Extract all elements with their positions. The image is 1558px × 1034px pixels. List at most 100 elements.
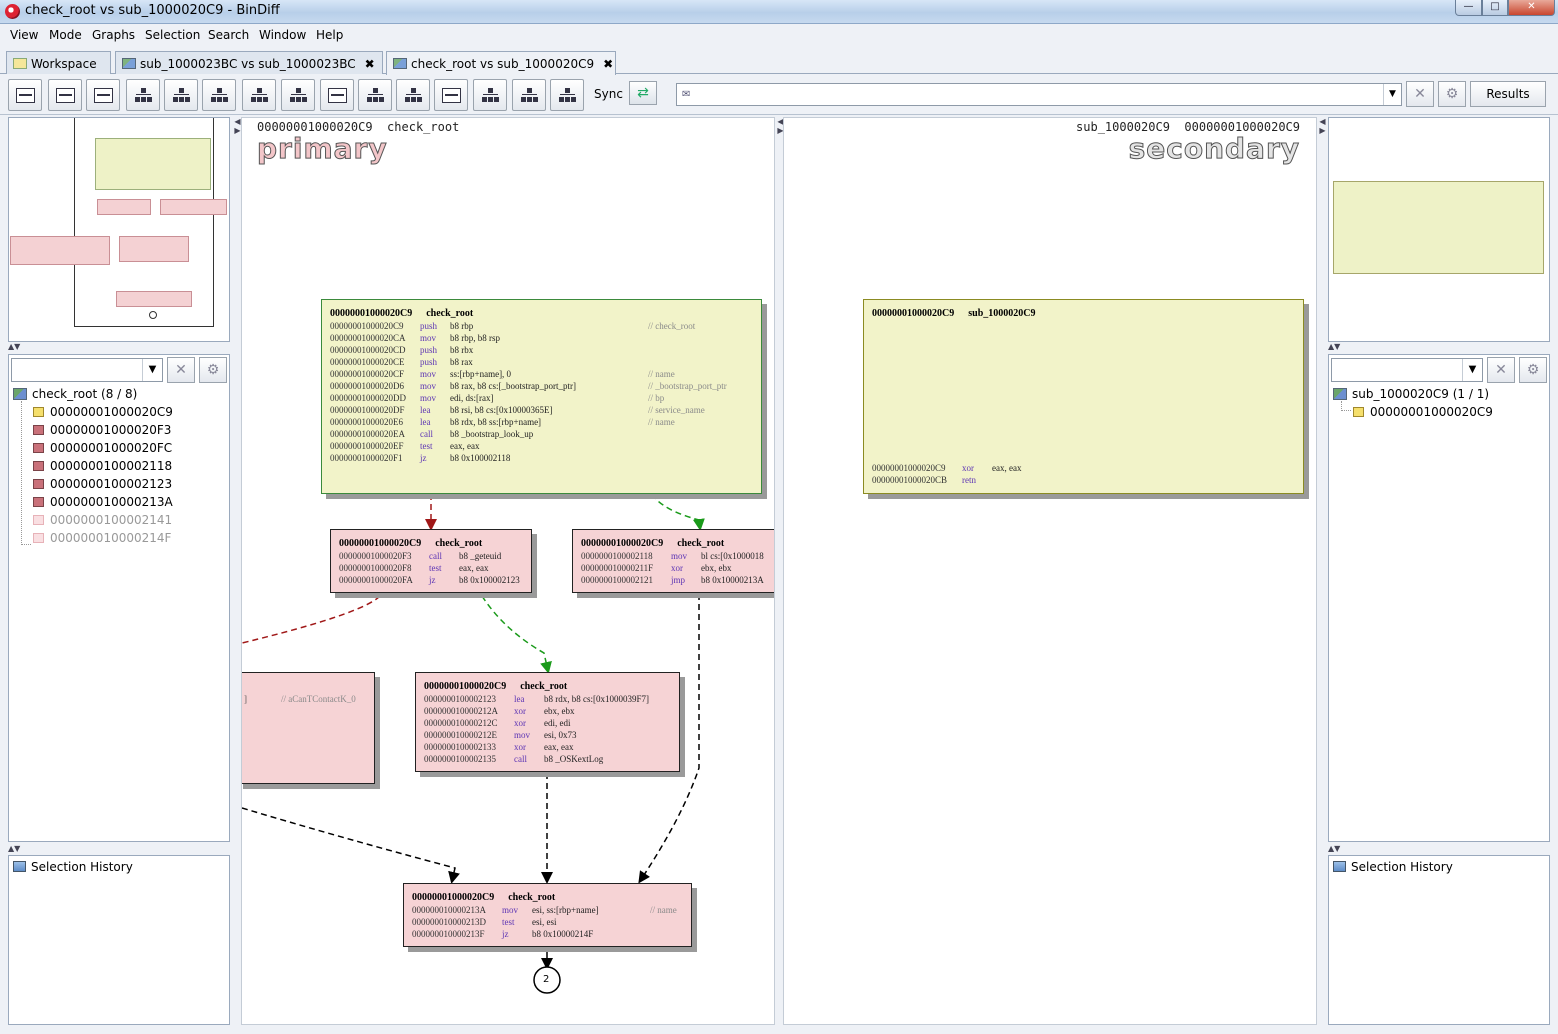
auto-layout-button[interactable] [473, 79, 507, 111]
chevron-down-icon[interactable]: ▼ [142, 359, 162, 381]
splitter-grip[interactable]: ▲▼ [8, 342, 20, 351]
instruction-row[interactable]: 00000001000020E6 lea b8 rdx, b8 ss:[rbp+na… [330, 416, 675, 428]
secondary-graph-view[interactable]: sub_1000020C9 00000001000020C9 secondary… [783, 117, 1317, 1025]
lock-layout-button[interactable] [550, 79, 584, 111]
instruction-row[interactable]: 0000000100002121 jmp b8 0x10000213A [581, 574, 764, 586]
tab-diff-2[interactable]: check_root vs sub_1000020C9 ✖ [386, 51, 616, 75]
search-options-icon[interactable]: ✉ [682, 89, 690, 100]
splitter-grip[interactable]: ◀▶ [1318, 117, 1327, 135]
selection-history-root[interactable]: Selection History [1333, 860, 1453, 874]
tree-root[interactable]: sub_1000020C9 (1 / 1) [1333, 387, 1489, 401]
basic-block-node[interactable]: 00000001000020C9 check_root 0000000100002… [415, 672, 680, 772]
menu-graphs[interactable]: Graphs [92, 28, 135, 42]
tree-item-basic-block[interactable]: 00000001000020C9 [33, 405, 173, 419]
clear-filter-button[interactable]: ✕ [167, 357, 195, 383]
tree-item-basic-block[interactable]: 00000001000020FC [33, 441, 172, 455]
tree-item-basic-block[interactable]: 0000000100002123 [33, 477, 172, 491]
instruction-row[interactable]: 00000001000020EA call b8 _bootstrap_look_u… [330, 428, 533, 440]
maximize-button[interactable]: □ [1482, 0, 1508, 16]
instruction-row[interactable]: 0000000100002135 call b8 _OSKextLog [424, 753, 603, 765]
splitter-grip[interactable]: ▲▼ [8, 844, 20, 853]
zoom-to-selection-button[interactable] [242, 79, 276, 111]
basic-block-node[interactable]: 00000001000020C9 check_root 0000000100002… [572, 529, 774, 593]
instruction-row[interactable]: 00000001000020F8 test eax, eax [339, 562, 488, 574]
splitter-grip[interactable]: ▲▼ [1328, 844, 1340, 853]
instruction-row[interactable]: 00000001000020CD push b8 rbx [330, 344, 473, 356]
menu-window[interactable]: Window [259, 28, 306, 42]
primary-overview[interactable] [8, 117, 230, 342]
layout-single-button[interactable] [86, 79, 120, 111]
instruction-row[interactable]: 00000001000020CB retn [872, 474, 976, 486]
search-settings-button[interactable]: ⚙ [1438, 81, 1466, 107]
instruction-row[interactable]: 000000010000213F jz b8 0x10000214F [412, 928, 593, 940]
close-tab-icon[interactable]: ✖ [365, 57, 375, 71]
layout-tree-button[interactable] [396, 79, 430, 111]
minimize-button[interactable]: — [1455, 0, 1482, 16]
compare-button[interactable] [434, 79, 468, 111]
menu-search[interactable]: Search [208, 28, 249, 42]
clear-filter-button[interactable]: ✕ [1487, 357, 1515, 383]
tree-filter-combo[interactable]: ▼ [11, 358, 163, 382]
tab-diff-1[interactable]: sub_1000023BC vs sub_1000023BC ✖ [115, 51, 383, 74]
instruction-row[interactable]: 0000000100002123 lea b8 rdx, b8 cs:[0x1000… [424, 693, 649, 705]
filter-settings-button[interactable]: ⚙ [1519, 357, 1547, 383]
menu-view[interactable]: View [10, 28, 38, 42]
chevron-down-icon[interactable]: ▼ [1383, 84, 1401, 105]
filter-settings-button[interactable]: ⚙ [199, 357, 227, 383]
tree-item-basic-block[interactable]: 00000001000020C9 [1353, 405, 1493, 419]
sync-layout-button[interactable] [512, 79, 546, 111]
instruction-row[interactable]: 00000001000020DD mov edi, ds:[rax] // bp [330, 392, 664, 404]
collapsed-count[interactable]: 2 [543, 974, 549, 985]
tree-item-basic-block[interactable]: 0000000100002141 [33, 513, 172, 527]
basic-block-node[interactable]: 00000001000020C9 check_root 0000000100002… [321, 299, 762, 494]
secondary-overview[interactable] [1328, 117, 1550, 342]
instruction-row[interactable]: 00000001000020CF mov ss:[rbp+name], 0 // na… [330, 368, 675, 380]
fit-graph-button[interactable] [281, 79, 315, 111]
instruction-row[interactable]: 000000010000211F xor ebx, ebx [581, 562, 732, 574]
instruction-row[interactable]: 000000010000213A mov esi, ss:[rbp+name] // … [412, 904, 677, 916]
tree-root[interactable]: check_root (8 / 8) [13, 387, 137, 401]
instruction-row[interactable]: 00000001000020C9 push b8 rbp // check_root [330, 320, 695, 332]
layout-split-button[interactable] [48, 79, 82, 111]
proximity-browsing-button[interactable] [320, 79, 354, 111]
menu-selection[interactable]: Selection [145, 28, 200, 42]
instruction-row[interactable]: 000000010000212C xor edi, edi [424, 717, 571, 729]
tab-workspace[interactable]: Workspace [6, 51, 111, 74]
menu-mode[interactable]: Mode [49, 28, 82, 42]
menu-help[interactable]: Help [316, 28, 343, 42]
basic-block-node[interactable]: 00000001000020C9 check_root 0000000100002… [403, 883, 692, 947]
orthogonal-layout-button[interactable] [164, 79, 198, 111]
graph-settings-button[interactable] [358, 79, 392, 111]
instruction-row[interactable]: 0000000100002118 mov bl cs:[0x1000018 [581, 550, 764, 562]
instruction-row[interactable]: 00000001000020EF test eax, eax [330, 440, 479, 452]
sync-toggle-button[interactable]: ⇄ [629, 81, 657, 105]
instruction-row[interactable]: 00000001000020CE push b8 rax [330, 356, 473, 368]
clear-search-button[interactable]: ✕ [1406, 81, 1434, 107]
splitter-grip[interactable]: ◀▶ [233, 117, 242, 135]
splitter-grip[interactable]: ▲▼ [1328, 342, 1340, 351]
basic-block-node[interactable]: ] // aCanTContactK_0 [242, 672, 375, 784]
instruction-row[interactable]: 0000000100002133 xor eax, eax [424, 741, 573, 753]
tree-filter-combo[interactable]: ▼ [1331, 358, 1483, 382]
basic-block-node[interactable]: 00000001000020C9 check_root 0000000100002… [330, 529, 532, 593]
results-button[interactable]: Results [1470, 81, 1546, 107]
close-window-button[interactable]: ✕ [1508, 0, 1555, 16]
basic-block-node[interactable]: 00000001000020C9 sub_1000020C9 0000000100… [863, 299, 1304, 494]
instruction-row[interactable]: 00000001000020FA jz b8 0x100002123 [339, 574, 520, 586]
selection-history-root[interactable]: Selection History [13, 860, 133, 874]
instruction-row[interactable]: 000000010000212A xor ebx, ebx [424, 705, 575, 717]
circular-layout-button[interactable] [202, 79, 236, 111]
close-tab-icon[interactable]: ✖ [603, 57, 613, 71]
tree-item-basic-block[interactable]: 0000000100002118 [33, 459, 172, 473]
tree-item-basic-block[interactable]: 000000010000213A [33, 495, 173, 509]
instruction-row[interactable]: 000000010000212E mov esi, 0x73 [424, 729, 577, 741]
search-input[interactable]: ✉ ▼ [676, 83, 1402, 106]
primary-graph-view[interactable]: 2 00000001000020C9 check_root primary 00… [241, 117, 775, 1025]
instruction-row[interactable]: 000000010000213D test esi, esi [412, 916, 557, 928]
instruction-row[interactable]: 00000001000020DF lea b8 rsi, b8 cs:[0x1000… [330, 404, 705, 416]
instruction-row[interactable]: 00000001000020F3 call b8 _geteuid [339, 550, 501, 562]
instruction-row[interactable]: 00000001000020C9 xor eax, eax [872, 462, 1021, 474]
instruction-row[interactable]: 00000001000020CA mov b8 rbp, b8 rsp [330, 332, 500, 344]
instruction-row[interactable]: 00000001000020D6 mov b8 rax, b8 cs:[_boots… [330, 380, 727, 392]
tree-item-basic-block[interactable]: 000000010000214F [33, 531, 171, 545]
